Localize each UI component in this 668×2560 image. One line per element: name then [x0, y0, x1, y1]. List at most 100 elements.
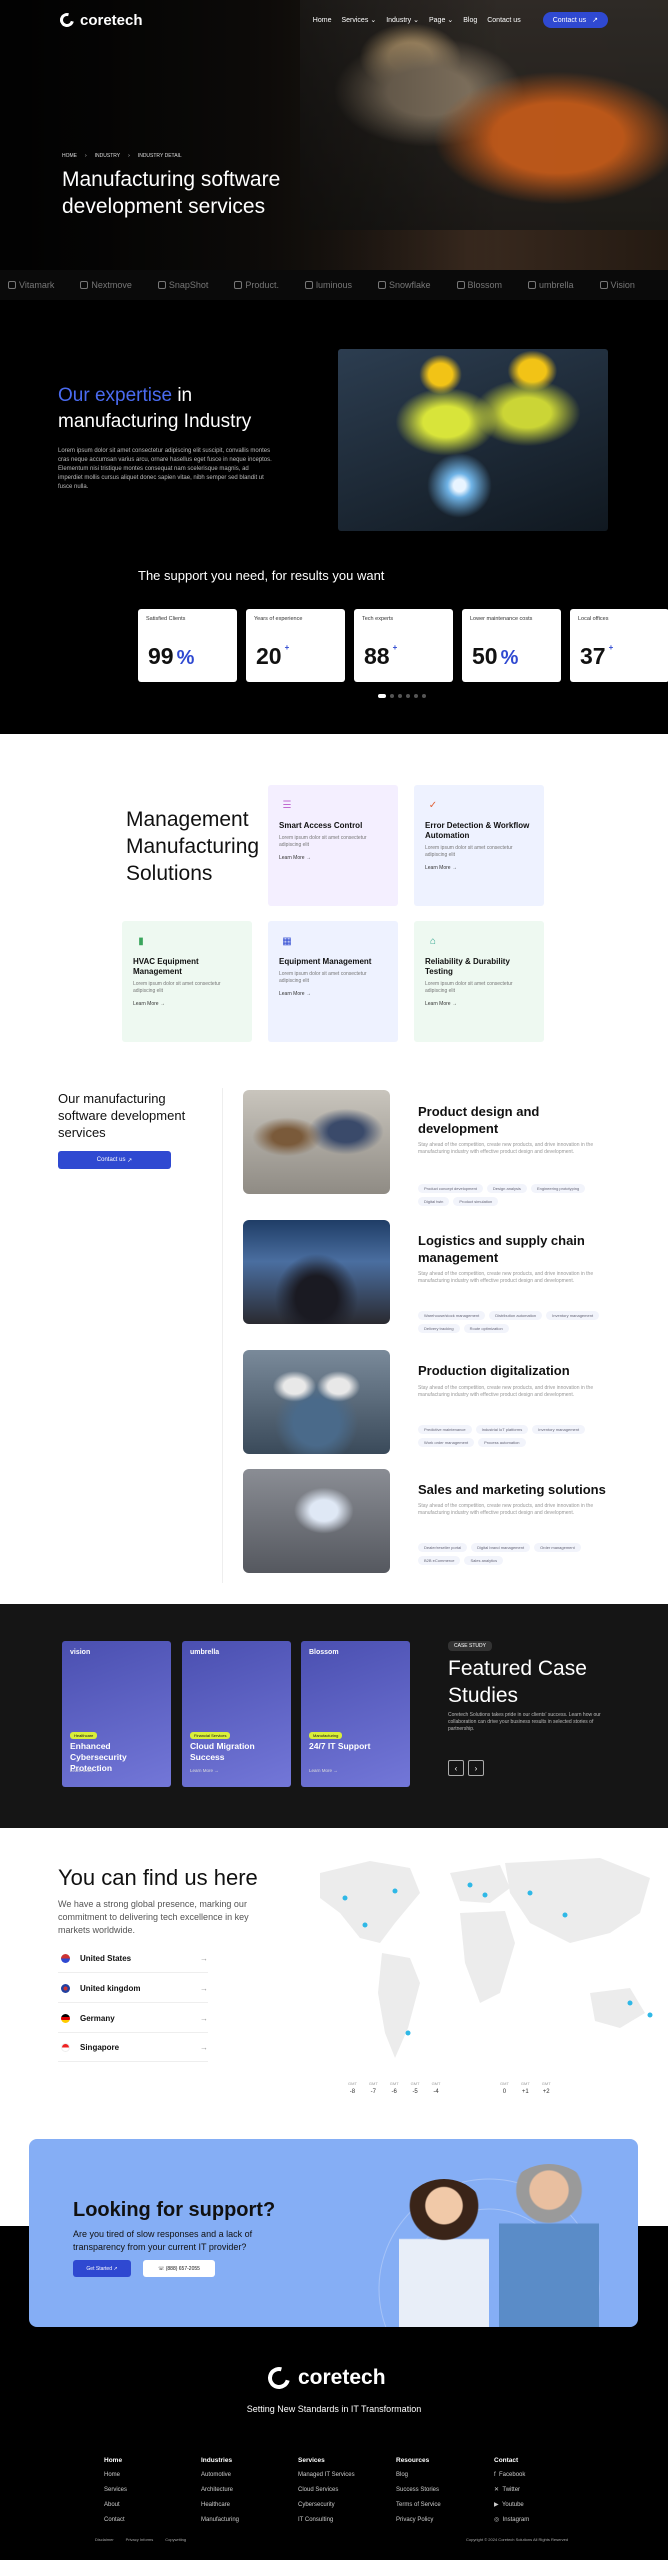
footer-link[interactable]: Contact [104, 2513, 127, 2528]
footer-link[interactable]: Services [104, 2483, 127, 2498]
footer-link[interactable]: IT Consulting [298, 2513, 355, 2528]
footer-link[interactable]: Blog [396, 2468, 441, 2483]
map-marker[interactable] [482, 1892, 488, 1898]
learn-more-link[interactable]: Learn More → [425, 1001, 533, 1007]
location-item[interactable]: Germany → [58, 2005, 208, 2033]
solution-card[interactable]: ▮ HVAC Equipment Management Lorem ipsum … [122, 921, 252, 1042]
learn-more-link[interactable]: Learn More → [279, 991, 387, 997]
contact-button[interactable]: Contact us ↗ [542, 12, 608, 28]
map-marker[interactable] [527, 1890, 533, 1896]
footer-link[interactable]: Architecture [201, 2483, 239, 2498]
carousel-dot[interactable] [390, 694, 394, 698]
social-link-youtube[interactable]: ▶ Youtube [494, 2498, 529, 2513]
footer-link[interactable]: Success Stories [396, 2483, 441, 2498]
learn-more-link[interactable]: Learn More → [309, 1768, 338, 1773]
stat-label: Local offices [578, 616, 609, 622]
nav-item-contact[interactable]: Contact us [487, 17, 520, 24]
brand-logo[interactable]: coretech [57, 10, 143, 30]
map-marker[interactable] [562, 1912, 568, 1918]
footer-link[interactable]: Terms of Service [396, 2498, 441, 2513]
services-contact-button[interactable]: Contact us ↗ [58, 1151, 171, 1169]
footer-bottom-link[interactable]: Copywriting [165, 2537, 186, 2542]
nav-item-page[interactable]: Page ⌄ [429, 16, 453, 25]
footer-link[interactable]: Cloud Services [298, 2483, 355, 2498]
map-marker[interactable] [405, 2030, 411, 2036]
brand-icon [456, 281, 465, 289]
learn-more-label: Learn More [425, 1001, 451, 1007]
learn-more-link[interactable]: Learn More → [190, 1768, 219, 1773]
breadcrumb-home[interactable]: HOME [62, 153, 77, 159]
footer-bottom-link[interactable]: Privacy Informs [126, 2537, 154, 2542]
get-started-button[interactable]: Get Started ↗ [73, 2260, 131, 2277]
learn-more-link[interactable]: Learn More → [425, 865, 533, 871]
case-card[interactable]: Blossom Manufacturing 24/7 IT Support Le… [301, 1641, 410, 1787]
map-australia [590, 1988, 645, 2028]
arrow-right-icon: → [200, 2043, 208, 2052]
nav-label: Industry [386, 16, 412, 24]
stat-label: Satisfied Clients [146, 616, 186, 622]
solution-card[interactable]: ⌂ Reliability & Durability Testing Lorem… [414, 921, 544, 1042]
carousel-dot[interactable] [406, 694, 410, 698]
location-item[interactable]: Singapore → [58, 2034, 208, 2062]
breadcrumb-industry[interactable]: INDUSTRY [95, 153, 120, 159]
social-label: Twitter [502, 2487, 521, 2493]
solution-card[interactable]: ▦ Equipment Management Lorem ipsum dolor… [268, 921, 398, 1042]
footer-link[interactable]: Healthcare [201, 2498, 239, 2513]
map-marker[interactable] [342, 1895, 348, 1901]
carousel-dot[interactable] [398, 694, 402, 698]
social-link-facebook[interactable]: f Facebook [494, 2468, 529, 2483]
nav-item-blog[interactable]: Blog [463, 17, 477, 24]
map-marker[interactable] [627, 2000, 633, 2006]
carousel-dot[interactable] [378, 694, 386, 698]
footer-link[interactable]: Manufacturing [201, 2513, 239, 2528]
tz-value: -8 [349, 2089, 356, 2095]
nav-item-industry[interactable]: Industry ⌄ [386, 16, 419, 25]
footer-link[interactable]: Home [104, 2468, 127, 2483]
social-link-twitter[interactable]: ✕ Twitter [494, 2483, 529, 2498]
map-marker[interactable] [362, 1922, 368, 1928]
stat-suffix: % [500, 647, 519, 669]
footer-link[interactable]: About [104, 2498, 127, 2513]
case-badge: Manufacturing [309, 1732, 343, 1739]
footer-column: Resources Blog Success Stories Terms of Ser… [396, 2453, 441, 2528]
location-item[interactable]: United States → [58, 1945, 208, 1973]
case-card[interactable]: vision Healthcare Enhanced Cybersecurity… [62, 1641, 171, 1787]
map-marker[interactable] [647, 2012, 653, 2018]
learn-more-label: Learn More [190, 1768, 214, 1773]
footer-bottom-link[interactable]: Disclaimer [95, 2537, 114, 2542]
stat-value: 88 + [364, 643, 397, 670]
case-card[interactable]: umbrella Financial Services Cloud Migrat… [182, 1641, 291, 1787]
location-item[interactable]: United kingdom → [58, 1975, 208, 2003]
carousel-dot[interactable] [414, 694, 418, 698]
arrow-left-icon[interactable]: ‹ [448, 1760, 464, 1776]
nav-item-home[interactable]: Home [313, 17, 332, 24]
tz-label: GMT [431, 2081, 441, 2086]
carousel-dot[interactable] [422, 694, 426, 698]
arrow-right-icon[interactable]: › [468, 1760, 484, 1776]
learn-more-link[interactable]: Learn More → [279, 855, 387, 861]
learn-more-link[interactable]: Learn More → [70, 1768, 99, 1773]
footer-logo[interactable]: coretech [263, 2362, 386, 2394]
footer-link[interactable]: Cybersecurity [298, 2498, 355, 2513]
solution-card[interactable]: ✓ Error Detection & Workflow Automation … [414, 785, 544, 906]
footer-link[interactable]: Privacy Policy [396, 2513, 441, 2528]
footer-link[interactable]: Automotive [201, 2468, 239, 2483]
service-title: Logistics and supply chain management [418, 1233, 585, 1265]
nav-item-services[interactable]: Services ⌄ [341, 16, 376, 25]
social-label: Youtube [501, 2502, 524, 2508]
learn-more-link[interactable]: Learn More → [133, 1001, 241, 1007]
tag: Predictive maintenance [418, 1425, 472, 1434]
service-tags: Product concept development Design analys… [418, 1184, 618, 1206]
solution-card[interactable]: ☰ Smart Access Control Lorem ipsum dolor… [268, 785, 398, 906]
map-marker[interactable] [392, 1888, 398, 1894]
instagram-icon: ◎ [494, 2517, 500, 2523]
footer-heading: Services [298, 2457, 325, 2464]
footer-link[interactable]: Managed IT Services [298, 2468, 355, 2483]
map-marker[interactable] [467, 1882, 473, 1888]
location-label: Germany [80, 2014, 115, 2023]
tz-value: -4 [433, 2089, 439, 2095]
timezone: GMT 0 [500, 2080, 509, 2096]
social-link-instagram[interactable]: ◎ Instagram [494, 2513, 529, 2528]
phone-button[interactable]: ☏ (888) 657-2055 [143, 2260, 215, 2277]
map-north-america [320, 1861, 420, 1943]
